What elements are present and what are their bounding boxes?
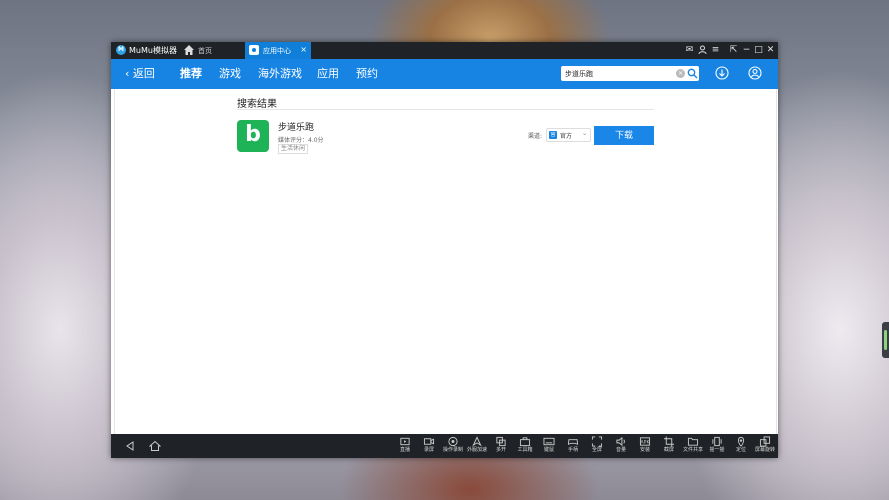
tab-home-label: 首页 — [198, 47, 212, 55]
app-rating: 媒体评分：4.0分 — [278, 137, 324, 144]
toolbar-label: 录屏 — [423, 447, 434, 453]
toolbar-label: 安装 — [639, 447, 650, 453]
account-icon[interactable] — [748, 66, 762, 80]
apk-icon: APK — [639, 437, 651, 446]
clear-search-icon[interactable]: × — [676, 69, 685, 78]
app-title[interactable]: 步道乐跑 — [278, 120, 314, 133]
toolbar-label: 摇一摇 — [709, 447, 725, 453]
toolbar-label: 直播 — [399, 447, 410, 453]
toolbar-record-button[interactable]: 录屏 — [417, 435, 441, 457]
rotate-icon — [759, 436, 771, 447]
toolbar-gamepad-button[interactable]: 手柄 — [561, 435, 585, 457]
toolbar-label: 手柄 — [567, 447, 578, 453]
toolbar-apk-button[interactable]: APK 安装 — [633, 435, 657, 457]
tab-app-center[interactable]: 应用中心 × — [245, 42, 311, 59]
toolbar-accelerate-button[interactable]: 外服加速 — [465, 435, 489, 457]
back-button[interactable]: ‹ 返回 — [125, 66, 155, 82]
download-manager-icon[interactable] — [715, 66, 729, 80]
toolbar-label: 操作录制 — [442, 447, 463, 453]
divider — [237, 109, 654, 110]
nav-item-overseas-games[interactable]: 海外游戏 — [258, 66, 302, 82]
toolbar-toolbox-button[interactable]: 工具箱 — [513, 435, 537, 457]
app-center-nav: ‹ 返回 推荐 游戏 海外游戏 应用 预约 × — [111, 59, 778, 89]
svg-text:APK: APK — [641, 440, 651, 446]
toolbar-fullscreen-button[interactable]: 全屏 — [585, 435, 609, 457]
app-logo-icon[interactable]: b — [237, 120, 269, 152]
volume-icon — [616, 436, 625, 447]
search-icon[interactable] — [687, 68, 698, 79]
side-scroll-handle[interactable] — [882, 322, 889, 358]
chevron-down-icon: ⌄ — [581, 130, 587, 137]
chevron-left-icon: ‹ — [125, 67, 130, 80]
record-icon — [423, 438, 435, 445]
shake-icon — [712, 436, 722, 447]
mail-icon[interactable]: ✉ — [684, 45, 695, 56]
nav-item-recommend[interactable]: 推荐 — [180, 66, 202, 82]
toolbar-label: 全屏 — [591, 447, 602, 453]
back-label: 返回 — [132, 67, 155, 80]
app-center-icon — [249, 45, 259, 55]
toolbox-icon — [519, 437, 531, 447]
android-back-icon[interactable] — [125, 441, 135, 451]
toolbar-macro-button[interactable]: 操作录制 — [441, 435, 465, 457]
toolbar-label: 外服加速 — [466, 447, 487, 453]
toolbar-label: 屏幕旋转 — [754, 447, 775, 453]
channel-value: 官方 — [560, 133, 573, 140]
search-box: × — [561, 66, 699, 81]
mumu-logo-icon: M — [116, 45, 126, 55]
toolbar-live-button[interactable]: 直播 — [393, 435, 417, 457]
macro-icon — [448, 436, 458, 447]
multi-instance-icon — [496, 436, 506, 447]
gamepad-icon — [567, 439, 579, 445]
minimize-icon[interactable]: − — [741, 45, 752, 56]
toolbar-screenshot-button[interactable]: 截屏 — [657, 435, 681, 457]
toolbar-rotate-button[interactable]: 屏幕旋转 — [753, 435, 777, 457]
home-icon — [184, 45, 194, 55]
channel-select[interactable]: 官 官方 ⌄ — [546, 128, 591, 142]
toolbar-label: 定位 — [735, 447, 746, 453]
close-icon[interactable]: ✕ — [765, 45, 776, 56]
android-home-icon[interactable] — [149, 440, 161, 452]
search-results-panel: 搜索结果 b 步道乐跑 媒体评分：4.0分 生活休闲 渠道: 官 官方 ⌄ 下载 — [114, 89, 777, 434]
folder-icon — [687, 437, 699, 446]
toolbar-keyboard-button[interactable]: 键鼠 — [537, 435, 561, 457]
toolbar-shake-button[interactable]: 摇一摇 — [705, 435, 729, 457]
channel-label: 渠道: — [528, 133, 543, 140]
official-channel-icon: 官 — [549, 131, 557, 139]
results-title: 搜索结果 — [237, 99, 277, 110]
toolbar-label: 音量 — [615, 447, 626, 453]
app-category-tag: 生活休闲 — [278, 144, 309, 154]
download-button[interactable]: 下载 — [594, 126, 654, 145]
restore-icon[interactable]: ⇱ — [728, 45, 739, 56]
fullscreen-icon — [591, 436, 603, 447]
tab-home[interactable]: 首页 — [177, 42, 245, 59]
maximize-icon[interactable]: □ — [753, 45, 764, 56]
live-icon — [400, 437, 410, 446]
mumu-emulator-window: M MuMu模拟器 首页 应用中心 × ✉ ≡ ⇱ − □ ✕ ‹ 返回 推荐 … — [111, 42, 778, 458]
keyboard-icon — [543, 437, 555, 446]
tab-close-icon[interactable]: × — [300, 45, 307, 55]
toolbar-label: 多开 — [495, 447, 506, 453]
user-icon[interactable] — [697, 45, 708, 56]
app-name: MuMu模拟器 — [129, 46, 177, 55]
toolbar-multi-instance-button[interactable]: 多开 — [489, 435, 513, 457]
search-input[interactable] — [565, 66, 673, 81]
title-bar: M MuMu模拟器 首页 应用中心 × ✉ ≡ ⇱ − □ ✕ — [111, 42, 778, 59]
toolbar-volume-button[interactable]: 音量 — [609, 435, 633, 457]
toolbar-label: 工具箱 — [517, 447, 533, 453]
toolbar-label: 截屏 — [663, 447, 674, 453]
nav-item-reserve[interactable]: 预约 — [356, 66, 378, 82]
nav-item-games[interactable]: 游戏 — [219, 66, 241, 82]
toolbar-label: 键鼠 — [543, 447, 554, 453]
nav-item-apps[interactable]: 应用 — [317, 66, 339, 82]
toolbar-label: 文件共享 — [682, 447, 703, 453]
screenshot-icon — [663, 436, 675, 447]
location-icon — [737, 436, 745, 447]
toolbar-location-button[interactable]: 定位 — [729, 435, 753, 457]
toolbar-folder-button[interactable]: 文件共享 — [681, 435, 705, 457]
accelerate-icon — [472, 436, 482, 447]
menu-icon[interactable]: ≡ — [710, 45, 721, 56]
tab-app-center-label: 应用中心 — [263, 47, 291, 55]
bottom-toolbar: 直播 录屏 操作录制 外服加速 多开 工具箱 键鼠 手柄 全屏 音量 APK 安装 截屏 文件共享 摇一摇定… — [111, 434, 778, 458]
